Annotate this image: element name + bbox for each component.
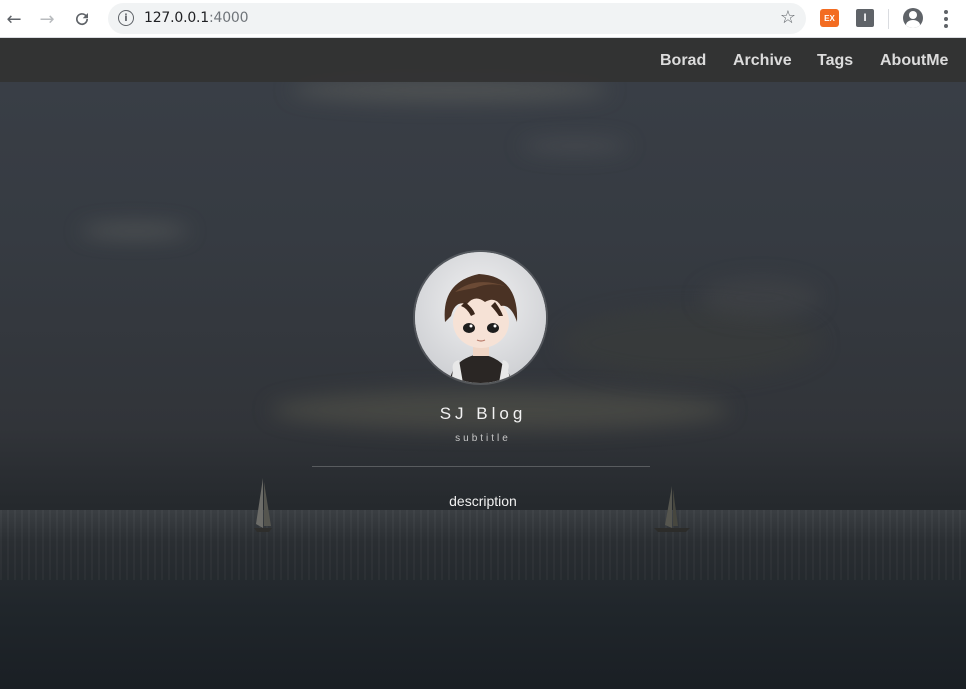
- nav-link-archive[interactable]: Archive: [733, 52, 792, 70]
- cloud: [520, 138, 630, 154]
- reload-icon[interactable]: [70, 7, 94, 31]
- back-arrow-icon[interactable]: ←: [2, 7, 26, 31]
- cloud: [560, 308, 820, 378]
- info-icon[interactable]: i: [118, 10, 134, 26]
- profile-icon[interactable]: [903, 8, 923, 28]
- forward-arrow-icon[interactable]: →: [35, 7, 59, 31]
- i-extension-icon[interactable]: I: [856, 9, 874, 27]
- site-description: description: [449, 493, 517, 509]
- browser-toolbar: ← → i 127.0.0.1:4000 ☆ EX I: [0, 0, 966, 38]
- avatar[interactable]: [415, 252, 546, 383]
- nav-link-tags[interactable]: Tags: [817, 52, 853, 70]
- nav-link-aboutme[interactable]: AboutMe: [880, 52, 948, 70]
- cloud: [700, 278, 820, 318]
- address-bar[interactable]: i 127.0.0.1:4000 ☆: [108, 3, 806, 34]
- site-title: SJ Blog: [439, 404, 527, 423]
- sailboat-right: [654, 486, 690, 532]
- bookmark-star-icon[interactable]: ☆: [780, 7, 796, 28]
- toolbar-divider: [888, 9, 889, 29]
- url-text[interactable]: 127.0.0.1:4000: [144, 10, 249, 26]
- ex-extension-icon[interactable]: EX: [820, 9, 839, 27]
- site-subtitle: subtitle: [455, 433, 511, 444]
- sea-shimmer: [0, 510, 966, 580]
- cloud: [80, 224, 190, 238]
- nav-link-borad[interactable]: Borad: [660, 52, 706, 70]
- menu-kebab-icon[interactable]: [944, 10, 948, 28]
- header-divider: [312, 466, 650, 467]
- hero-background: Borad Archive Tags AboutMe SJ Blog subti…: [0, 38, 966, 689]
- top-navigation: Borad Archive Tags AboutMe: [0, 38, 966, 82]
